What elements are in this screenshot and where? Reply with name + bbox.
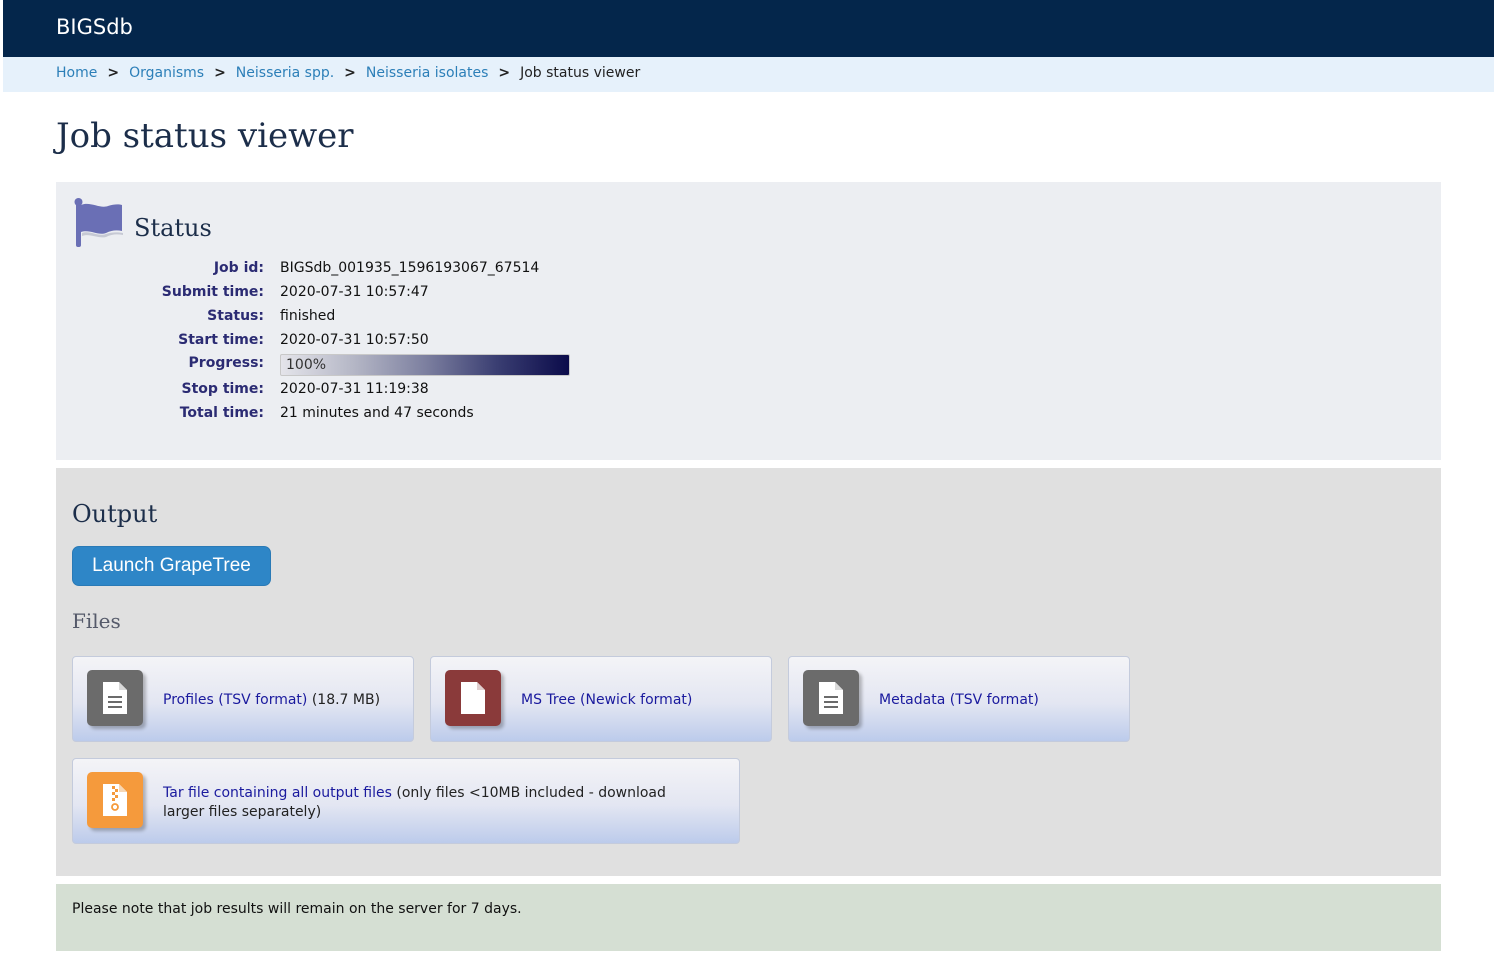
file-text-icon[interactable] (87, 670, 143, 726)
breadcrumb-organisms[interactable]: Organisms (129, 65, 204, 81)
progress-bar: 100% (280, 354, 570, 376)
breadcrumb-neisseria-isolates[interactable]: Neisseria isolates (366, 65, 488, 81)
progress-value: 100% (286, 357, 327, 373)
file-card-tar: Tar file containing all output files (on… (72, 758, 740, 844)
ms-tree-link[interactable]: MS Tree (Newick format) (521, 692, 692, 708)
retention-note: Please note that job results will remain… (72, 901, 522, 917)
status-value: finished (280, 308, 336, 324)
breadcrumb-home[interactable]: Home (56, 65, 97, 81)
site-brand[interactable]: BIGSdb (56, 15, 133, 39)
page-title: Job status viewer (56, 116, 354, 156)
profiles-size: (18.7 MB) (307, 692, 381, 708)
status-title: Status (134, 214, 212, 242)
file-card-ms-tree: MS Tree (Newick format) (430, 656, 772, 742)
file-text-icon[interactable] (803, 670, 859, 726)
total-time-value: 21 minutes and 47 seconds (280, 405, 474, 421)
flag-icon (74, 198, 123, 247)
top-header-bar: BIGSdb (3, 0, 1494, 57)
job-id-value: BIGSdb_001935_1596193067_67514 (280, 260, 540, 276)
start-time-label: Start time: (178, 332, 264, 348)
launch-grapetree-button[interactable]: Launch GrapeTree (72, 546, 271, 586)
breadcrumb: Home > Organisms > Neisseria spp. > Neis… (3, 57, 1494, 92)
submit-time-value: 2020-07-31 10:57:47 (280, 284, 429, 300)
total-time-label: Total time: (179, 405, 264, 421)
breadcrumb-separator: > (344, 65, 356, 81)
progress-label: Progress: (188, 355, 264, 371)
breadcrumb-separator: > (107, 65, 120, 81)
file-card-metadata: Metadata (TSV format) (788, 656, 1130, 742)
metadata-link[interactable]: Metadata (TSV format) (879, 692, 1039, 708)
submit-time-label: Submit time: (161, 284, 264, 300)
status-panel: Status Job id: BIGSdb_001935_1596193067_… (56, 182, 1441, 460)
status-label: Status: (207, 308, 264, 324)
file-card-profiles: Profiles (TSV format) (18.7 MB) (72, 656, 414, 742)
output-title: Output (72, 500, 158, 528)
breadcrumb-separator: > (498, 65, 511, 81)
stop-time-value: 2020-07-31 11:19:38 (280, 381, 429, 397)
breadcrumb-neisseria-spp[interactable]: Neisseria spp. (236, 65, 334, 81)
retention-note-panel: Please note that job results will remain… (56, 884, 1441, 951)
file-icon[interactable] (445, 670, 501, 726)
stop-time-label: Stop time: (181, 381, 264, 397)
start-time-value: 2020-07-31 10:57:50 (280, 332, 429, 348)
breadcrumb-separator: > (214, 65, 226, 81)
output-panel: Output Launch GrapeTree Files Profiles (… (56, 468, 1441, 876)
tar-file-link[interactable]: Tar file containing all output files (163, 785, 392, 801)
file-archive-icon[interactable] (87, 772, 143, 828)
files-title: Files (72, 609, 121, 633)
profiles-link[interactable]: Profiles (TSV format) (163, 692, 307, 708)
job-id-label: Job id: (213, 260, 264, 276)
breadcrumb-current: Job status viewer (520, 65, 641, 81)
